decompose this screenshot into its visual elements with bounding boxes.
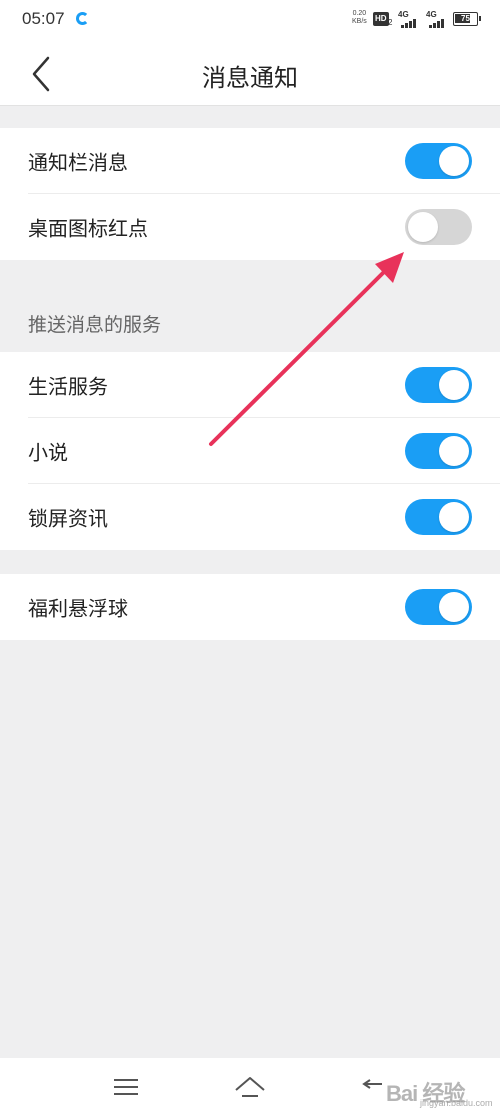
network-speed-unit: KB/s [352,18,367,25]
sim1-signal-icon: 4G [398,10,424,28]
notification-bar-toggle[interactable] [405,143,472,179]
life-services-toggle[interactable] [405,367,472,403]
toggle-knob [408,212,438,242]
page-title: 消息通知 [202,64,298,92]
menu-icon[interactable] [110,1074,142,1100]
setting-row-notification-bar[interactable]: 通知栏消息 [0,128,500,194]
lockscreen-news-toggle[interactable] [405,499,472,535]
badge-dot-toggle[interactable] [405,209,472,245]
extras-section: 福利悬浮球 [0,574,500,640]
battery-icon: 75 [453,12,481,26]
hd-voice-sub: 2 [388,18,393,27]
setting-row-lockscreen-news[interactable]: 锁屏资讯 [0,484,500,550]
hd-voice-icon: HD [373,12,389,26]
toggle-knob [439,436,469,466]
toggle-knob [439,502,469,532]
push-services-section: 生活服务 小说 锁屏资讯 [0,352,500,550]
sim2-signal-icon: 4G [426,10,452,28]
setting-label: 通知栏消息 [28,150,128,175]
notification-settings-section: 通知栏消息 桌面图标红点 [0,128,500,260]
toggle-knob [439,370,469,400]
push-services-header: 推送消息的服务 [28,314,162,336]
home-icon[interactable] [234,1074,266,1100]
status-time: 05:07 [22,9,65,28]
setting-label: 小说 [28,440,68,465]
network-speed-value: 0.20 [352,10,367,17]
setting-label: 福利悬浮球 [28,596,128,621]
floating-ball-toggle[interactable] [405,589,472,625]
setting-label: 锁屏资讯 [28,506,108,531]
setting-label: 生活服务 [28,374,108,399]
toggle-knob [439,592,469,622]
setting-row-life-services[interactable]: 生活服务 [0,352,500,418]
sim1-network-label: 4G [398,10,409,19]
watermark-url: jingyan.baidu.com [420,1098,493,1108]
network-speed: 0.20 KB/s [352,10,367,26]
sim2-network-label: 4G [426,10,437,19]
setting-label: 桌面图标红点 [28,216,148,241]
sync-spinner-icon [76,12,89,25]
setting-row-floating-ball[interactable]: 福利悬浮球 [0,574,500,640]
setting-row-badge-dot[interactable]: 桌面图标红点 [0,194,500,260]
battery-level-value: 75 [461,14,470,23]
setting-row-novel[interactable]: 小说 [0,418,500,484]
toggle-knob [439,146,469,176]
novel-toggle[interactable] [405,433,472,469]
app-header: 消息通知 [0,40,500,106]
status-bar: 05:07 0.20 KB/s HD 2 4G 4G 75 [0,0,500,40]
